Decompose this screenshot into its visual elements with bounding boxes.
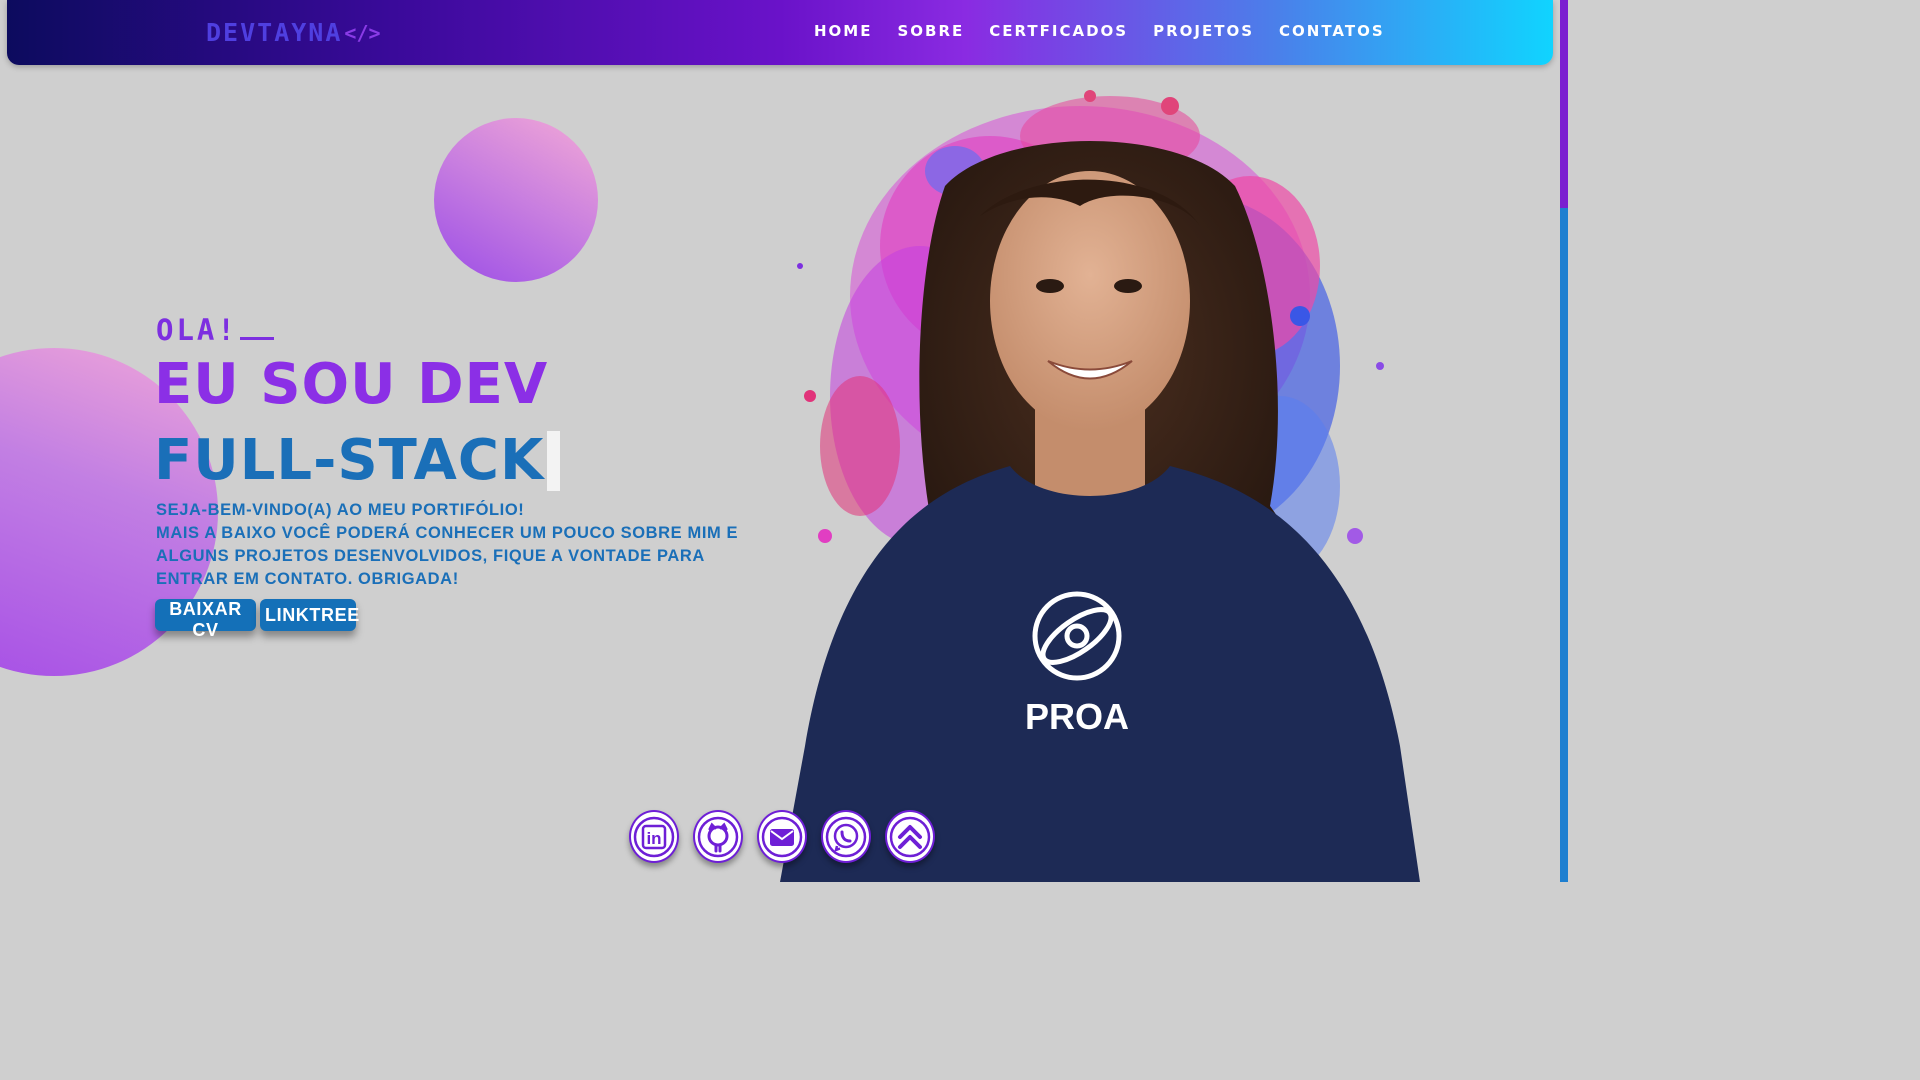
- profile-portrait: PROA: [780, 90, 1420, 882]
- shirt-text: PROA: [1025, 696, 1129, 737]
- download-cv-button[interactable]: BAIXAR CV: [155, 599, 256, 640]
- logo-text: DEVTAYNA: [206, 18, 343, 47]
- intro-line-description: MAIS A BAIXO VOCÊ PODERÁ CONHECER UM POU…: [156, 524, 739, 588]
- nav-link-sobre[interactable]: SOBRE: [897, 22, 964, 40]
- chevrons-up-icon: [889, 816, 931, 857]
- headline-role: FULL-STACK: [154, 428, 545, 493]
- scrollbar-thumb[interactable]: [1560, 0, 1568, 208]
- portfolio-page: DEVTAYNA </> HOME SOBRE CERTFICADOS PROJ…: [0, 0, 1568, 882]
- nav-links: HOME SOBRE CERTFICADOS PROJETOS CONTATOS: [814, 22, 1385, 40]
- headline-line-2: FULL-STACK: [154, 428, 561, 494]
- social-links: in: [629, 810, 935, 863]
- greeting-text: OLA!: [156, 313, 238, 347]
- hero-buttons: BAIXAR CV LINKTREE: [155, 599, 359, 640]
- greeting: OLA!: [156, 313, 274, 347]
- linktree-button[interactable]: LINKTREE: [260, 599, 359, 631]
- linkedin-button[interactable]: in: [629, 810, 679, 863]
- decorative-circle-top: [434, 118, 598, 282]
- whatsapp-button[interactable]: [821, 810, 871, 863]
- logo[interactable]: DEVTAYNA </>: [206, 18, 381, 47]
- typing-cursor: [547, 431, 561, 491]
- intro-line-welcome: SEJA-BEM-VINDO(A) AO MEU PORTIFÓLIO!: [156, 501, 525, 519]
- typing-underscore: [239, 337, 274, 340]
- logo-code-tag: </>: [344, 20, 381, 45]
- whatsapp-icon: [825, 816, 867, 857]
- scroll-top-button[interactable]: [885, 810, 935, 863]
- github-button[interactable]: [693, 810, 743, 863]
- nav-link-home[interactable]: HOME: [814, 22, 872, 40]
- linkedin-icon: in: [633, 816, 675, 857]
- nav-link-certificados[interactable]: CERTFICADOS: [989, 22, 1128, 40]
- envelope-icon: [761, 816, 803, 857]
- intro-text: SEJA-BEM-VINDO(A) AO MEU PORTIFÓLIO! MAI…: [156, 499, 768, 591]
- linkedin-text: in: [646, 829, 661, 848]
- nav-link-contatos[interactable]: CONTATOS: [1279, 22, 1385, 40]
- nav-link-projetos[interactable]: PROJETOS: [1153, 22, 1254, 40]
- email-button[interactable]: [757, 810, 807, 863]
- navbar: DEVTAYNA </> HOME SOBRE CERTFICADOS PROJ…: [7, 0, 1553, 65]
- headline-line-1: EU SOU DEV: [154, 352, 549, 417]
- github-icon: [697, 816, 739, 857]
